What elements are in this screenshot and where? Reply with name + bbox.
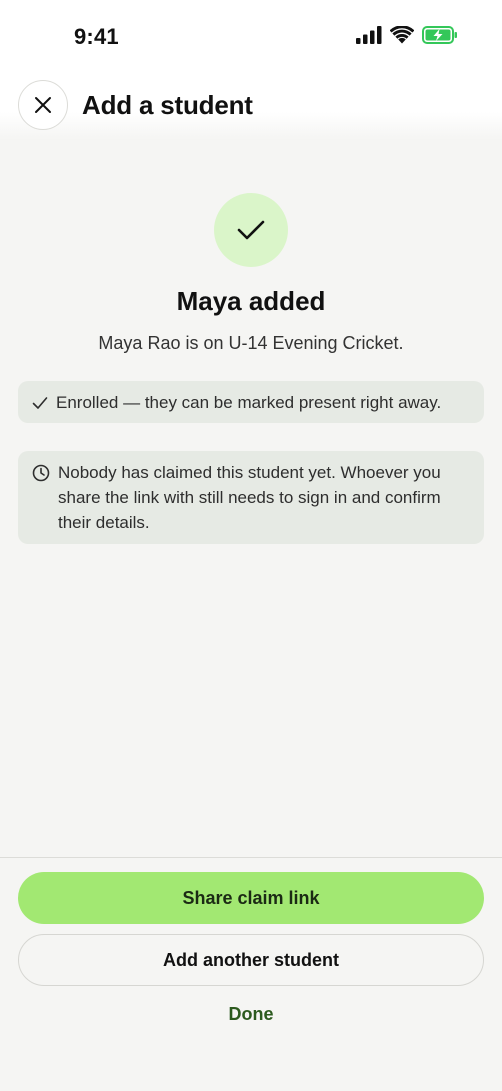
close-icon [35, 97, 51, 113]
check-icon [32, 390, 48, 415]
close-button[interactable] [18, 80, 68, 130]
add-another-student-button[interactable]: Add another student [18, 934, 484, 986]
share-claim-link-button[interactable]: Share claim link [18, 872, 484, 924]
page-header: Add a student [0, 78, 502, 134]
status-bar: 9:41 [0, 0, 502, 70]
battery-charging-icon [422, 26, 457, 44]
done-button[interactable]: Done [0, 1004, 502, 1025]
unclaimed-notice-text: Nobody has claimed this student yet. Who… [58, 463, 441, 532]
footer-divider [0, 857, 502, 858]
status-time: 9:41 [74, 24, 119, 49]
status-icons [356, 26, 458, 44]
enrolled-notice-text: Enrolled — they can be marked present ri… [56, 393, 442, 412]
success-headline: Maya added [176, 286, 326, 316]
success-subline: Maya Rao is on U-14 Evening Cricket. [98, 333, 404, 353]
checkmark-icon [237, 220, 265, 240]
signal-icon [356, 26, 382, 44]
page-title: Add a student [82, 90, 253, 120]
clock-icon [32, 460, 50, 485]
unclaimed-notice: Nobody has claimed this student yet. Who… [18, 451, 484, 544]
wifi-icon [390, 26, 414, 44]
success-badge [214, 193, 288, 267]
enrolled-notice: Enrolled — they can be marked present ri… [18, 381, 484, 423]
